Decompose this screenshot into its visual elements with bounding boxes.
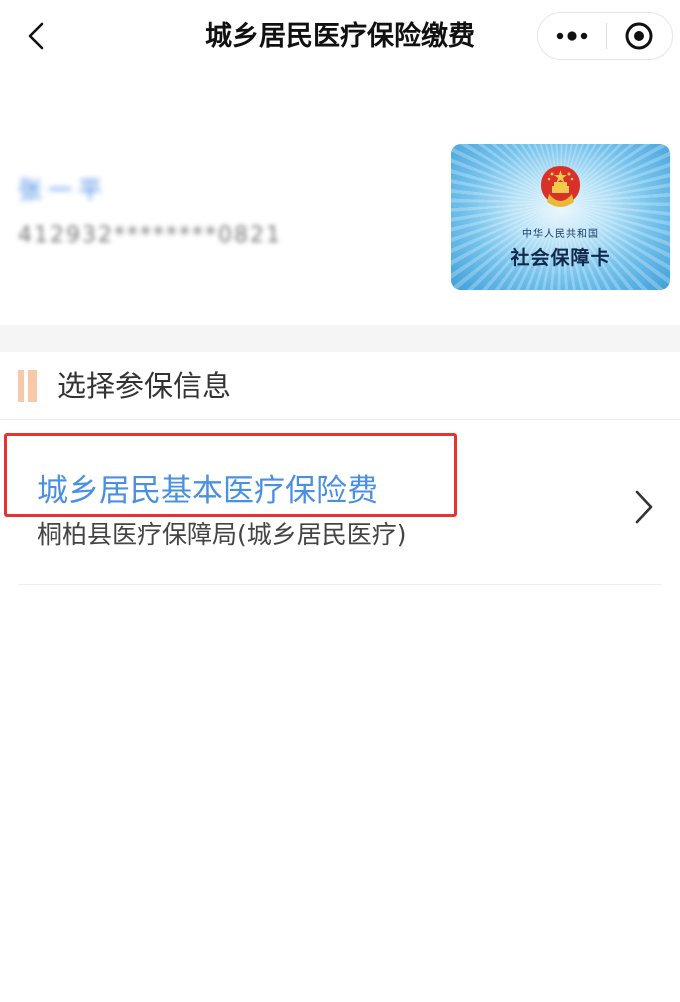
card-title: 社会保障卡 (510, 247, 611, 269)
national-emblem-icon (541, 166, 580, 207)
highlight-annotation (4, 433, 457, 517)
user-id-number: 412932********0821 (18, 223, 282, 248)
social-security-card: 中华人民共和国 社会保障卡 (451, 144, 670, 290)
section-marker (18, 370, 24, 402)
more-button[interactable] (538, 13, 606, 59)
insurance-option-agency: 桐柏县医疗保障局(城乡居民医疗) (37, 520, 407, 549)
mini-program-capsule (537, 12, 673, 60)
section-divider (0, 325, 680, 352)
target-circle-icon (625, 22, 653, 50)
page: 城乡居民医疗保险缴费 张一平 412932********0821 中华人民共和… (0, 0, 680, 1002)
section-marker (28, 370, 37, 402)
user-name: 张一平 (18, 176, 108, 204)
card-country-label: 中华人民共和国 (522, 229, 599, 240)
list-divider (18, 584, 662, 585)
close-button[interactable] (607, 13, 673, 59)
more-dots-icon (556, 31, 587, 41)
section-title: 选择参保信息 (57, 369, 232, 403)
section-header: 选择参保信息 (0, 352, 680, 420)
user-info-section: 张一平 412932********0821 中华人民共和国 社会保障卡 (0, 78, 680, 325)
chevron-right-icon (626, 487, 662, 527)
nav-bar: 城乡居民医疗保险缴费 (0, 0, 680, 78)
